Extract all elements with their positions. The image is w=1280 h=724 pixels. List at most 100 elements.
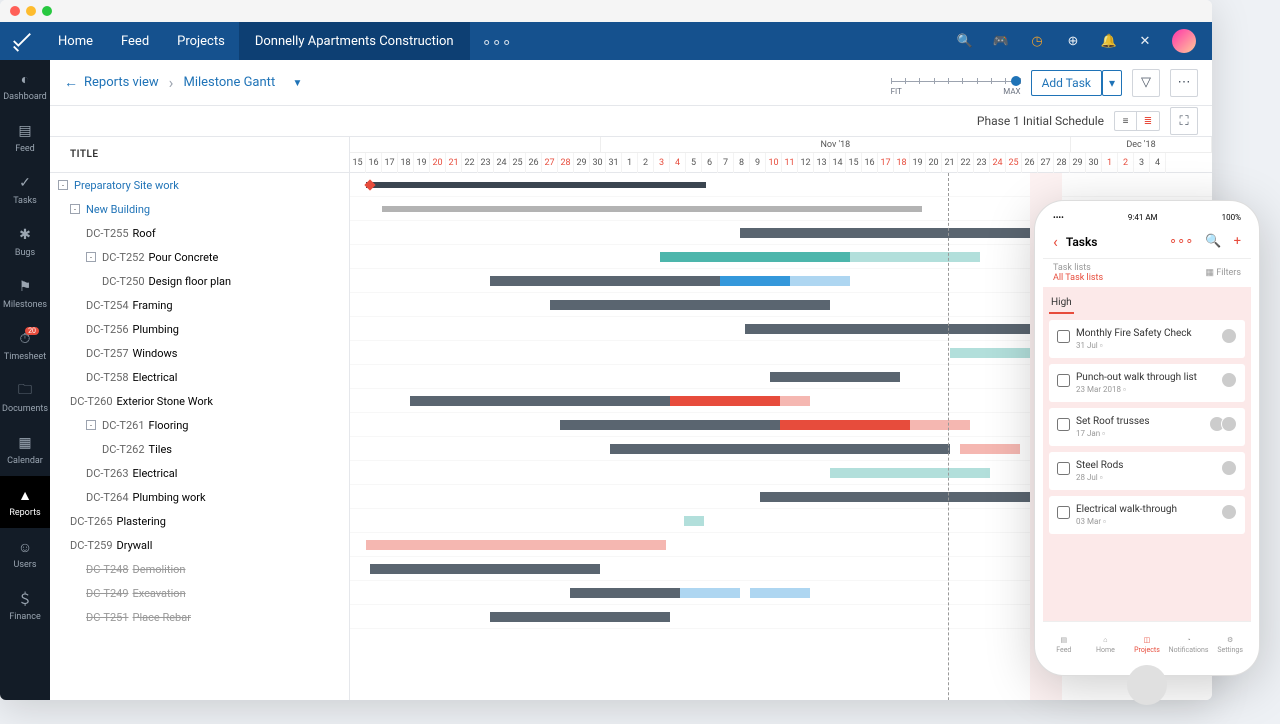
filter-icon[interactable]: ▽ [1132, 69, 1160, 97]
gantt-view-icon[interactable]: ≣ [1137, 112, 1159, 130]
tools-icon[interactable]: ✕ [1136, 32, 1154, 50]
collapse-icon[interactable]: - [70, 204, 80, 214]
maximize-window-icon[interactable] [42, 6, 52, 16]
sidebar-item-dashboard[interactable]: ◐Dashboard [0, 60, 50, 112]
user-avatar[interactable] [1172, 29, 1196, 53]
gantt-bar[interactable] [745, 324, 1045, 334]
phone-back-icon[interactable]: ‹ [1053, 232, 1058, 251]
gantt-bar[interactable] [410, 396, 690, 406]
task-row[interactable]: DC-T249Excavation [50, 581, 349, 605]
task-row[interactable]: DC-T262Tiles [50, 437, 349, 461]
phone-tab-home[interactable]: ⌂Home [1085, 622, 1127, 667]
search-icon[interactable]: 🔍 [956, 32, 974, 50]
collapse-icon[interactable]: - [86, 252, 96, 262]
report-dropdown[interactable]: Milestone Gantt ▼ [183, 75, 302, 90]
sidebar-item-feed[interactable]: ▤Feed [0, 112, 50, 164]
back-link[interactable]: ← Reports view [64, 74, 159, 91]
sidebar-item-documents[interactable]: 🗀Documents [0, 372, 50, 424]
gantt-bar[interactable] [790, 276, 850, 286]
gantt-bar[interactable] [680, 588, 740, 598]
gantt-bar[interactable] [910, 420, 970, 430]
close-window-icon[interactable] [10, 6, 20, 16]
add-task-button[interactable]: Add Task [1031, 70, 1102, 96]
nav-feed[interactable]: Feed [107, 22, 163, 60]
phone-tab-notifications[interactable]: ◔Notifications [1168, 622, 1210, 667]
task-checkbox[interactable] [1057, 462, 1070, 475]
gantt-bar[interactable] [770, 372, 900, 382]
gantt-bar[interactable] [684, 516, 704, 526]
sidebar-item-users[interactable]: ☺Users [0, 528, 50, 580]
task-row[interactable]: DC-T264Plumbing work [50, 485, 349, 509]
phone-task-card[interactable]: Set Roof trusses17 Jan ▫ [1049, 408, 1245, 446]
gantt-bar[interactable] [760, 492, 1060, 502]
phone-tab-settings[interactable]: ⚙Settings [1209, 622, 1251, 667]
gantt-bar[interactable] [780, 420, 910, 430]
gantt-bar[interactable] [670, 396, 780, 406]
task-checkbox[interactable] [1057, 506, 1070, 519]
gantt-bar[interactable] [366, 182, 706, 188]
sidebar-item-reports[interactable]: ▲Reports [0, 476, 50, 528]
phone-add-icon[interactable]: + [1234, 234, 1241, 249]
sidebar-item-timesheet[interactable]: ⏱20Timesheet [0, 320, 50, 372]
phone-filters-button[interactable]: ▦ Filters [1205, 268, 1241, 278]
project-name[interactable]: Donnelly Apartments Construction [239, 22, 470, 60]
task-row[interactable]: DC-T250Design floor plan [50, 269, 349, 293]
task-row[interactable]: DC-T248Demolition [50, 557, 349, 581]
view-toggle[interactable]: ≡ ≣ [1114, 111, 1160, 131]
task-row[interactable]: DC-T258Electrical [50, 365, 349, 389]
sidebar-item-milestones[interactable]: ⚑Milestones [0, 268, 50, 320]
timer-icon[interactable]: ◷ [1028, 32, 1046, 50]
phone-task-card[interactable]: Steel Rods28 Jul ▫ [1049, 452, 1245, 490]
phone-more-icon[interactable]: ∘∘∘ [1169, 234, 1193, 249]
gantt-bar[interactable] [370, 564, 600, 574]
more-options-icon[interactable]: ⋯ [1170, 69, 1198, 97]
gantt-bar[interactable] [550, 300, 830, 310]
collapse-icon[interactable]: - [58, 180, 68, 190]
add-icon[interactable]: ⊕ [1064, 32, 1082, 50]
gantt-bar[interactable] [490, 276, 720, 286]
sidebar-item-finance[interactable]: ＄Finance [0, 580, 50, 632]
gantt-bar[interactable] [830, 468, 990, 478]
zoom-slider[interactable]: FITMAX [891, 71, 1021, 95]
minimize-window-icon[interactable] [26, 6, 36, 16]
task-row[interactable]: DC-T255Roof [50, 221, 349, 245]
more-icon[interactable]: ∘∘∘ [470, 32, 524, 51]
sidebar-item-tasks[interactable]: ✓Tasks [0, 164, 50, 216]
collapse-icon[interactable]: - [86, 420, 96, 430]
phone-search-icon[interactable]: 🔍 [1205, 234, 1221, 249]
fullscreen-icon[interactable]: ⛶ [1170, 107, 1198, 135]
phone-task-card[interactable]: Monthly Fire Safety Check31 Jul ▫ [1049, 320, 1245, 358]
task-row[interactable]: -DC-T261Flooring [50, 413, 349, 437]
gantt-bar[interactable] [490, 612, 670, 622]
phone-filter-dropdown[interactable]: All Task lists [1053, 273, 1103, 283]
app-logo-icon[interactable] [0, 30, 44, 52]
gantt-bar[interactable] [960, 444, 1020, 454]
gantt-bar[interactable] [610, 444, 950, 454]
task-checkbox[interactable] [1057, 374, 1070, 387]
task-row[interactable]: DC-T251Place Rebar [50, 605, 349, 629]
sidebar-item-bugs[interactable]: ✱Bugs [0, 216, 50, 268]
phone-task-card[interactable]: Electrical walk-through03 Mar ▫ [1049, 496, 1245, 534]
nav-home[interactable]: Home [44, 22, 107, 60]
gantt-bar[interactable] [780, 396, 810, 406]
task-row[interactable]: -Preparatory Site work [50, 173, 349, 197]
gamepad-icon[interactable]: 🎮 [992, 32, 1010, 50]
nav-projects[interactable]: Projects [163, 22, 239, 60]
task-checkbox[interactable] [1057, 330, 1070, 343]
task-row[interactable]: -New Building [50, 197, 349, 221]
task-checkbox[interactable] [1057, 418, 1070, 431]
gantt-bar[interactable] [750, 588, 810, 598]
gantt-bar[interactable] [850, 252, 980, 262]
task-row[interactable]: DC-T256Plumbing [50, 317, 349, 341]
gantt-bar[interactable] [740, 228, 1040, 238]
sidebar-item-calendar[interactable]: ▦Calendar [0, 424, 50, 476]
bell-icon[interactable]: 🔔 [1100, 32, 1118, 50]
phone-task-card[interactable]: Punch-out walk through list23 Mar 2018 ▫ [1049, 364, 1245, 402]
phone-tab-feed[interactable]: ▤Feed [1043, 622, 1085, 667]
phone-tab-projects[interactable]: ◫Projects [1126, 622, 1168, 667]
task-row[interactable]: -DC-T252Pour Concrete [50, 245, 349, 269]
task-row[interactable]: DC-T260Exterior Stone Work [50, 389, 349, 413]
task-row[interactable]: DC-T259Drywall [50, 533, 349, 557]
add-task-dropdown[interactable]: ▾ [1102, 70, 1122, 96]
task-row[interactable]: DC-T257Windows [50, 341, 349, 365]
